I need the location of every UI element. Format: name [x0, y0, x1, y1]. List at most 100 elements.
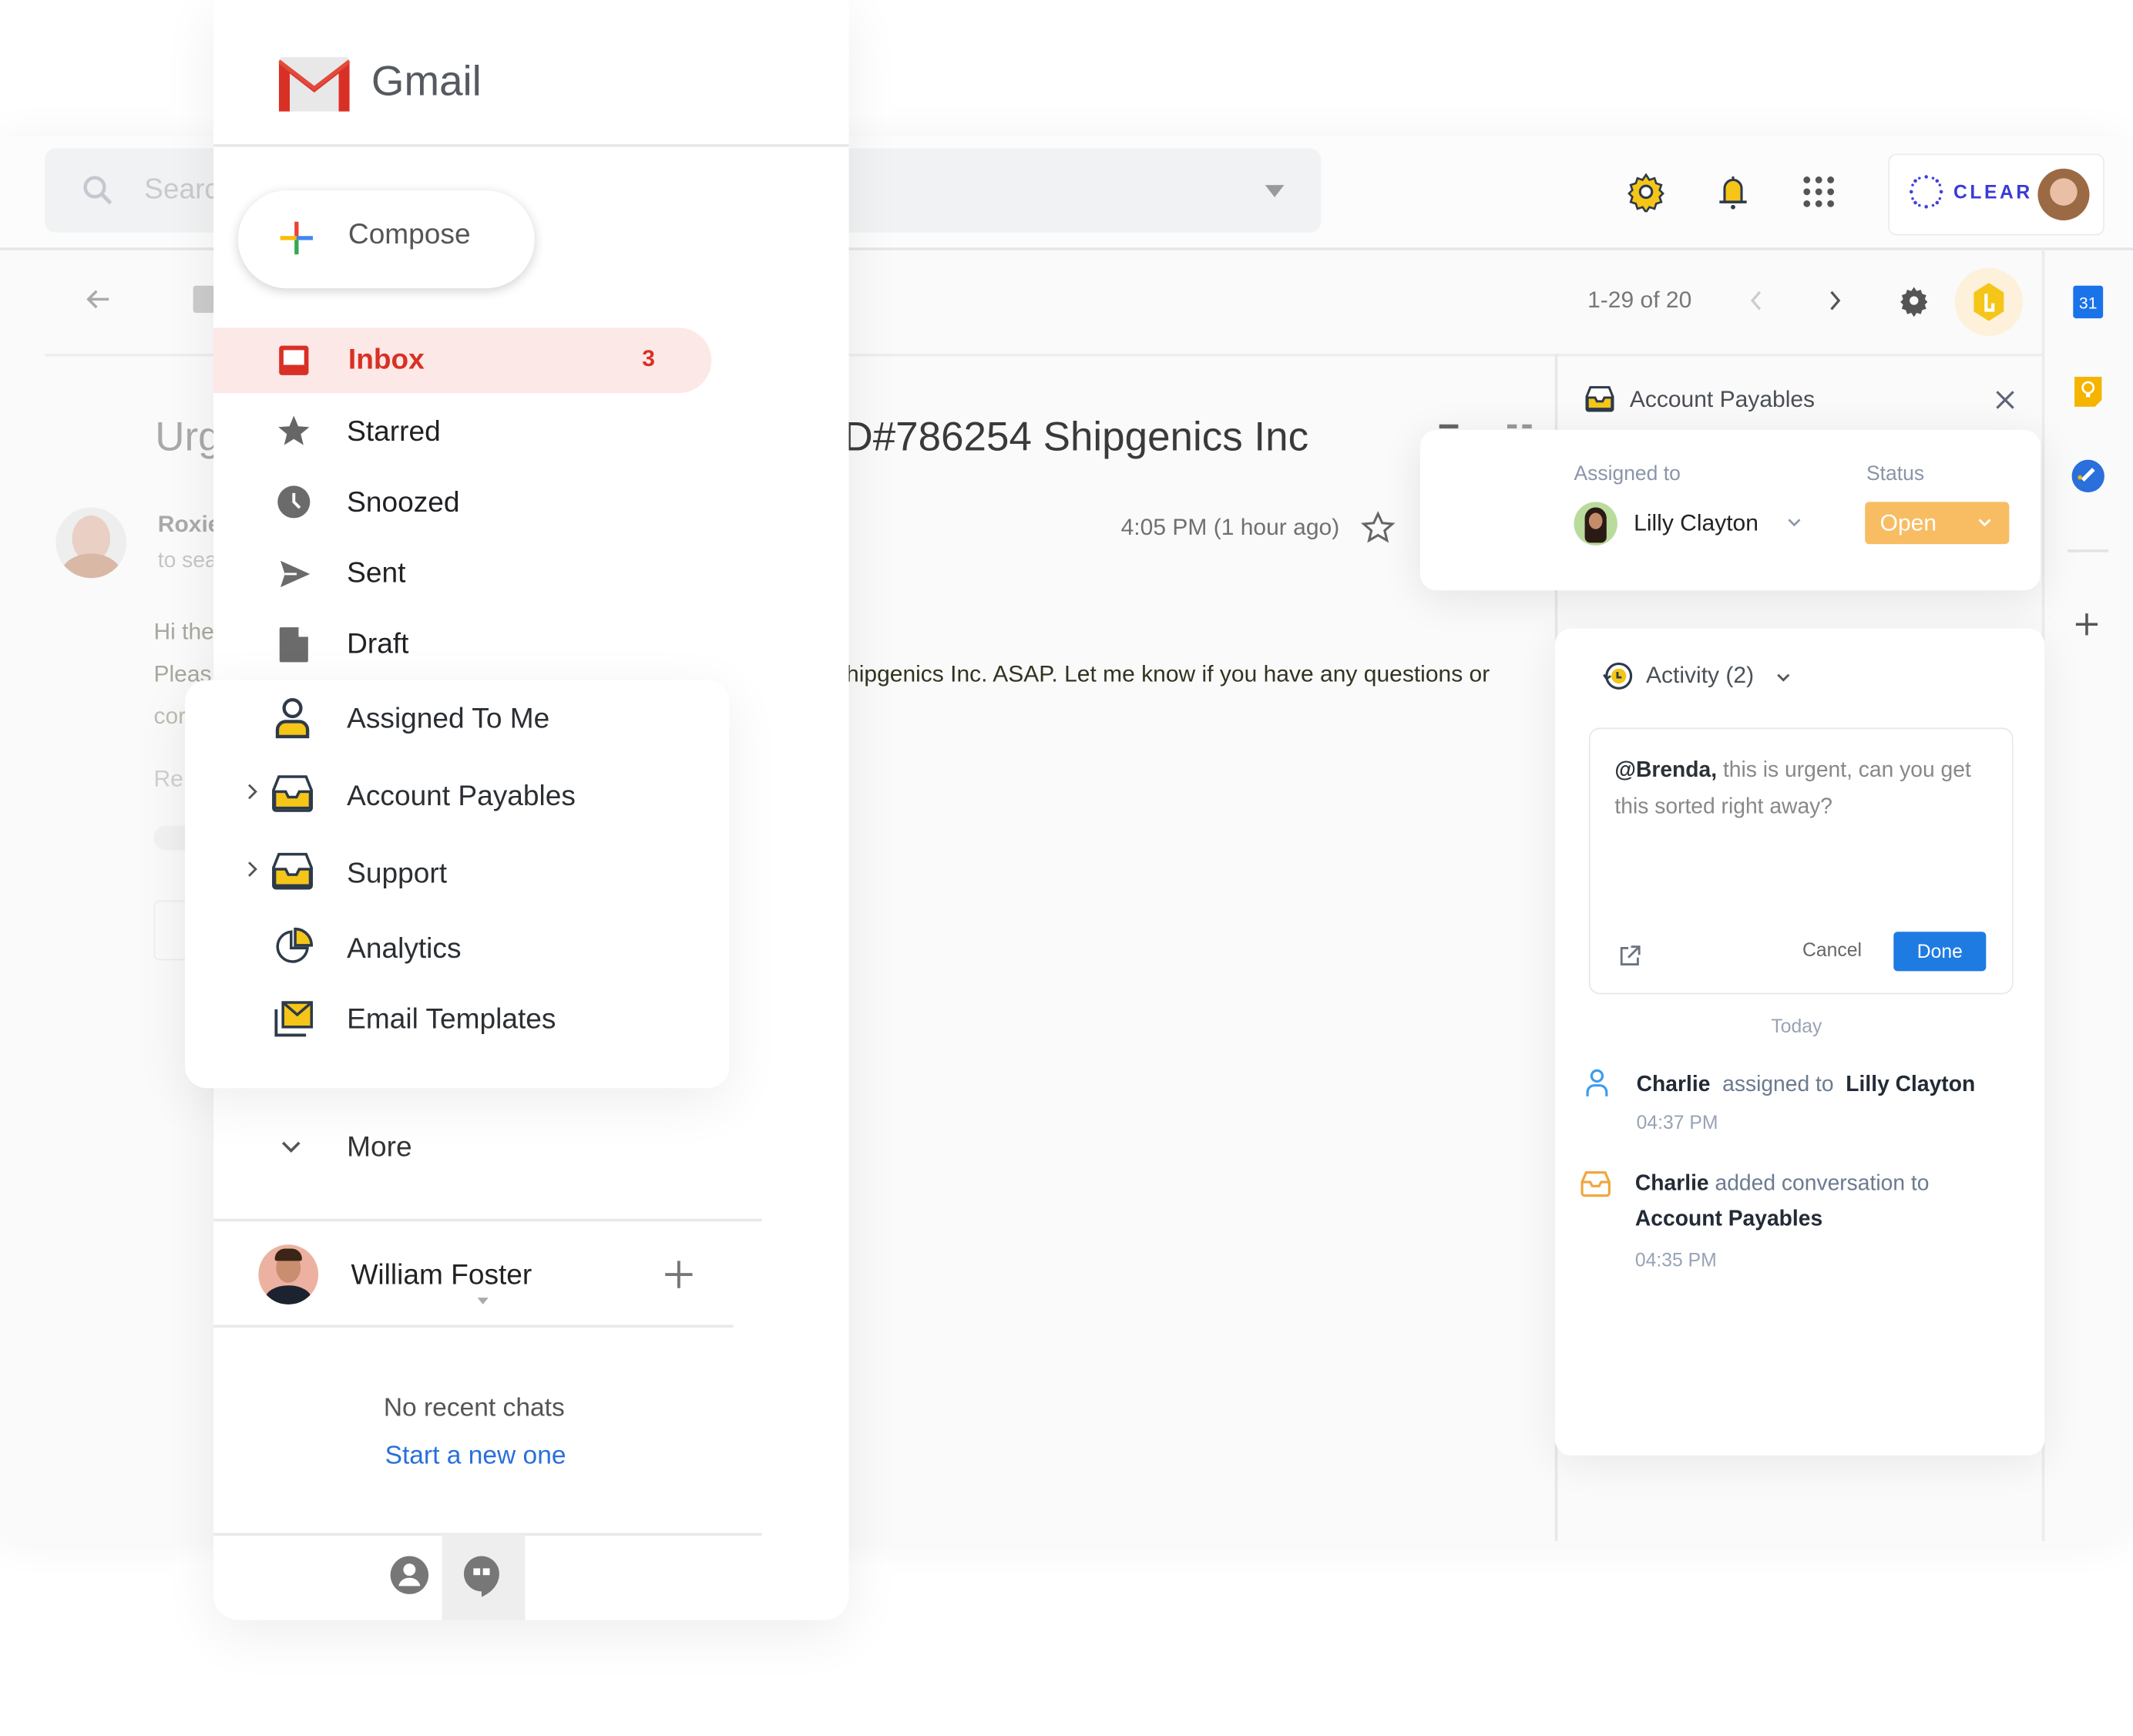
- side-apps-divider: [2067, 549, 2109, 552]
- search-options-caret-icon[interactable]: [1265, 185, 1285, 197]
- send-icon: [280, 560, 311, 588]
- sidebar-item-label: Starred: [347, 416, 441, 448]
- header-divider: [213, 144, 849, 147]
- pie-chart-icon: [276, 927, 314, 963]
- gmail-logo-icon: [278, 57, 350, 112]
- panel-title: Account Payables: [1629, 386, 1816, 412]
- assign-person-icon: [1586, 1069, 1608, 1096]
- search-icon: [83, 176, 113, 205]
- pagination-label: 1-29 of 20: [1587, 287, 1692, 314]
- activity-title[interactable]: Activity (2): [1646, 663, 1754, 690]
- person-icon: [275, 698, 310, 739]
- draft-icon: [279, 627, 308, 663]
- app-title: Gmail: [371, 57, 482, 105]
- activity-time: 04:37 PM: [1636, 1111, 1718, 1133]
- compose-plus-icon: [280, 221, 314, 255]
- archive-icon[interactable]: [193, 285, 215, 314]
- previous-page-icon[interactable]: [1742, 286, 1772, 316]
- email-body-line: cor: [153, 703, 186, 730]
- email-subject-partial: Urg: [155, 415, 221, 460]
- star-icon: [278, 415, 310, 445]
- settings-gear-icon[interactable]: [1626, 171, 1667, 213]
- activity-action: assigned to: [1722, 1073, 1834, 1096]
- inbox-icon: [279, 345, 309, 375]
- clock-icon: [277, 485, 311, 519]
- notification-bell-icon[interactable]: [1713, 171, 1754, 212]
- assigned-to-label: Assigned to: [1574, 462, 1681, 486]
- user-avatar[interactable]: [2037, 168, 2090, 220]
- email-body-text: hipgenics Inc. ASAP. Let me know if you …: [846, 660, 1490, 687]
- chat-user-name[interactable]: William Foster: [351, 1260, 532, 1292]
- recipients: to sea: [157, 549, 217, 573]
- activity-item: Charlie added conversation to: [1635, 1173, 1930, 1197]
- open-new-window-icon[interactable]: [1507, 424, 1532, 429]
- star-icon[interactable]: [1360, 510, 1396, 546]
- print-icon[interactable]: [1439, 424, 1459, 429]
- expand-chevron-icon[interactable]: [244, 780, 263, 804]
- activity-action: added conversation to: [1715, 1172, 1930, 1196]
- activity-actor: Charlie: [1636, 1073, 1711, 1096]
- start-new-chat-link[interactable]: Start a new one: [385, 1442, 566, 1472]
- chat-user-avatar[interactable]: [258, 1244, 319, 1305]
- sidebar-item-label: Assigned To Me: [347, 703, 550, 735]
- sender-avatar: [55, 507, 127, 579]
- email-timestamp: 4:05 PM (1 hour ago): [1120, 514, 1340, 540]
- email-subject: D#786254 Shipgenics Inc: [843, 415, 1309, 460]
- done-button[interactable]: Done: [1893, 932, 1987, 972]
- sidebar-item-label: Support: [347, 858, 448, 890]
- activity-history-icon: [1603, 662, 1633, 690]
- shared-inbox-icon: [1585, 386, 1614, 412]
- email-reply-text: Re: [153, 765, 183, 792]
- sidebar-more-label: More: [347, 1131, 412, 1163]
- unread-count-badge: 3: [642, 345, 655, 371]
- assignee-avatar: [1574, 502, 1617, 546]
- hangouts-icon: [463, 1556, 499, 1597]
- cancel-button[interactable]: Cancel: [1802, 939, 1862, 960]
- calendar-app-icon[interactable]: 31: [2073, 285, 2104, 319]
- email-template-icon: [274, 1001, 314, 1037]
- external-link-icon[interactable]: [1617, 944, 1642, 969]
- next-page-icon[interactable]: [1820, 286, 1850, 316]
- chevron-down-icon: [1978, 519, 1991, 527]
- new-chat-plus-icon[interactable]: [663, 1258, 695, 1291]
- sidebar-item-label: Inbox: [348, 344, 425, 376]
- close-icon[interactable]: [1994, 389, 2016, 411]
- email-body-line: Hi the: [153, 619, 214, 645]
- sidebar-item-label: Snoozed: [347, 486, 460, 519]
- date-separator: Today: [1771, 1014, 1822, 1037]
- expand-chevron-icon[interactable]: [244, 857, 263, 881]
- assignee-dropdown[interactable]: Lilly Clayton: [1634, 510, 1758, 537]
- mention: @Brenda,: [1614, 759, 1718, 783]
- apps-grid-icon[interactable]: [1799, 171, 1839, 212]
- chat-divider: [213, 1218, 762, 1222]
- sidebar-item-label: Draft: [347, 628, 409, 660]
- keep-app-icon[interactable]: [2072, 374, 2104, 409]
- activity-target: Account Payables: [1634, 1207, 1823, 1231]
- add-app-icon[interactable]: [2073, 611, 2100, 638]
- clear-logo-icon: [1909, 175, 1943, 209]
- chevron-down-icon[interactable]: [1774, 670, 1793, 686]
- tasks-app-icon[interactable]: [2071, 458, 2106, 494]
- activity-time: 04:35 PM: [1634, 1248, 1717, 1271]
- comment-text[interactable]: @Brenda, this is urgent, can you get thi…: [1614, 752, 2009, 825]
- sender-name[interactable]: Roxie: [158, 512, 221, 539]
- back-arrow-icon[interactable]: [82, 283, 114, 315]
- shared-inbox-icon: [272, 852, 314, 890]
- status-value: Open: [1879, 509, 1937, 536]
- contacts-icon[interactable]: [389, 1555, 430, 1596]
- chevron-down-icon[interactable]: [1785, 514, 1804, 530]
- status-label: Status: [1866, 462, 1925, 486]
- sidebar-item-label: Account Payables: [347, 781, 576, 812]
- activity-target: Lilly Clayton: [1846, 1073, 1976, 1096]
- settings-icon[interactable]: [1898, 284, 1930, 317]
- account-brand-label: CLEAR: [1953, 180, 2033, 203]
- chat-divider: [213, 1325, 734, 1328]
- no-recent-chats-text: No recent chats: [383, 1394, 565, 1423]
- status-dropdown-caret-icon[interactable]: [477, 1298, 489, 1305]
- sidebar-item-label: Sent: [347, 557, 406, 589]
- hiver-logo-icon: [1973, 283, 2004, 321]
- sidebar-item-label: Analytics: [347, 932, 462, 965]
- sidebar-item-label: Email Templates: [347, 1003, 556, 1036]
- shared-inbox-outline-icon: [1580, 1171, 1611, 1197]
- compose-label: Compose: [348, 219, 471, 250]
